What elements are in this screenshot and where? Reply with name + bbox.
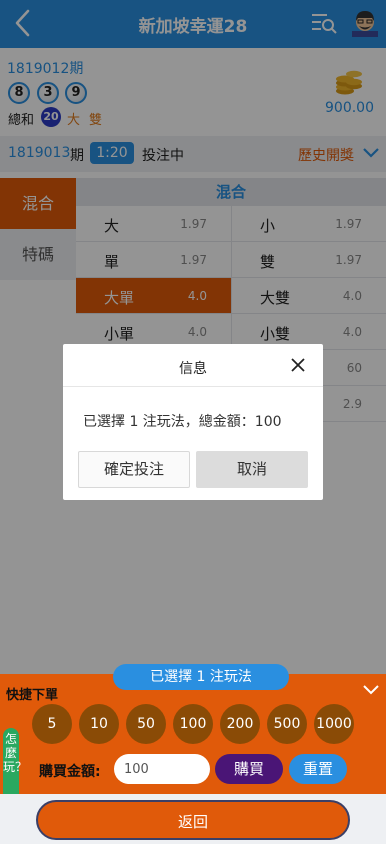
quick-amount-chip[interactable]: 500 <box>267 704 307 744</box>
footer-bar: 返回 <box>0 794 386 844</box>
quick-amount-chip[interactable]: 100 <box>173 704 213 744</box>
dialog-message: 已選擇 1 注玩法，總金額：100 <box>83 414 282 430</box>
cancel-button[interactable]: 取消 <box>196 451 308 488</box>
quick-amount-chip[interactable]: 1000 <box>314 704 354 744</box>
confirm-bet-button[interactable]: 確定投注 <box>78 451 190 488</box>
quick-amount-chip[interactable]: 200 <box>220 704 260 744</box>
dialog-title: 信息 <box>179 361 207 377</box>
amount-label: 購買金額: <box>39 764 101 780</box>
quick-amount-chip[interactable]: 50 <box>126 704 166 744</box>
quick-amount-chip[interactable]: 10 <box>79 704 119 744</box>
quick-amount-chip[interactable]: 5 <box>32 704 72 744</box>
quick-bet-panel: 已選擇 1 注玩法 快捷下單 怎麼玩？ 5 10 50 100 200 500 1000 購… <box>0 664 386 794</box>
reset-button[interactable]: 重置 <box>289 754 347 784</box>
buy-button[interactable]: 購買 <box>215 754 283 784</box>
selected-count-pill: 已選擇 1 注玩法 <box>113 664 289 690</box>
dialog-divider <box>63 386 323 387</box>
quick-bet-label: 快捷下單 <box>6 688 59 703</box>
close-icon[interactable] <box>291 358 305 372</box>
amount-input[interactable] <box>114 754 210 784</box>
return-button[interactable]: 返回 <box>36 800 350 840</box>
confirm-dialog: 信息 已選擇 1 注玩法，總金額：100 確定投注 取消 <box>63 344 323 500</box>
chevron-down-icon[interactable] <box>362 684 380 696</box>
how-to-play-button[interactable]: 怎麼玩？ <box>3 728 27 794</box>
